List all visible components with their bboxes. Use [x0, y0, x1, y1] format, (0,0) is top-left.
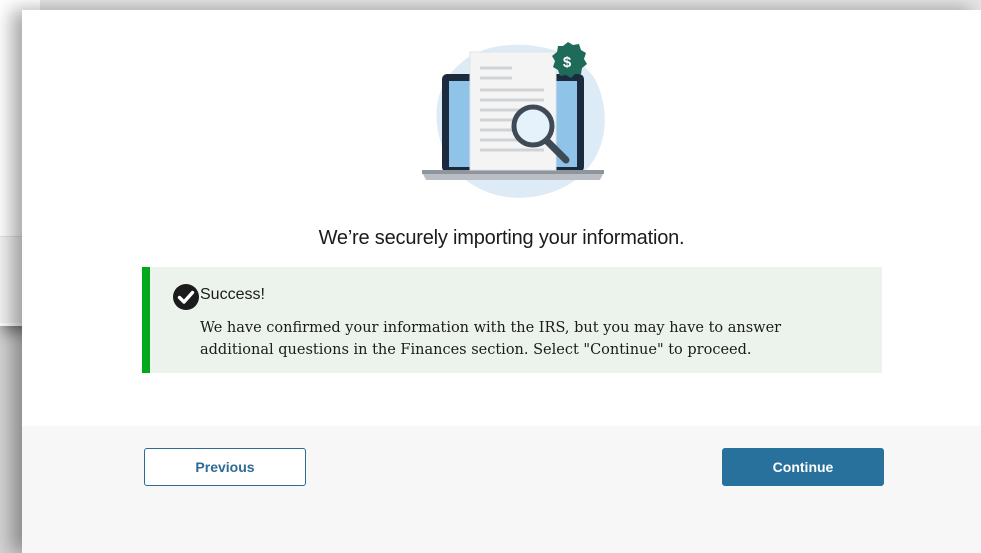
dialog-footer: Previous Continue	[22, 426, 981, 553]
alert-message: We have confirmed your information with …	[200, 320, 782, 358]
continue-button[interactable]: Continue	[722, 448, 884, 486]
background-top-edge	[40, 0, 981, 10]
check-circle-icon	[173, 284, 199, 310]
page-title: We’re securely importing your informatio…	[318, 227, 685, 249]
import-dialog: $ We’re securely importing your informat…	[22, 10, 981, 553]
previous-button[interactable]: Previous	[144, 448, 306, 486]
alert-title: Success!	[200, 286, 265, 303]
document-search-illustration: $	[422, 42, 605, 198]
success-alert: Success! We have confirmed your informat…	[142, 267, 882, 373]
svg-text:$: $	[563, 54, 572, 71]
